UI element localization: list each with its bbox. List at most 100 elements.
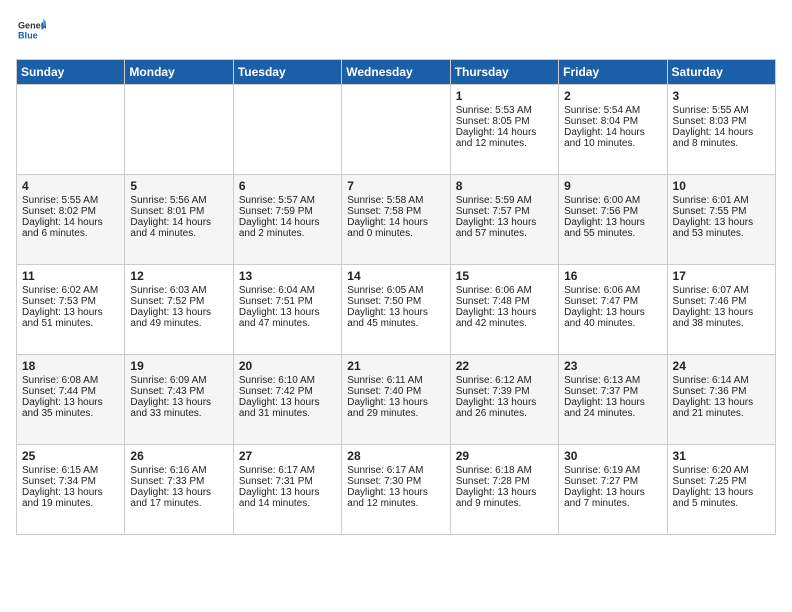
sunrise-text: Sunrise: 6:20 AM [673,465,770,476]
sunset-text: Sunset: 8:03 PM [673,116,770,127]
sunset-text: Sunset: 7:56 PM [564,206,661,217]
day-number: 26 [130,449,227,463]
sunset-text: Sunset: 8:02 PM [22,206,119,217]
sunset-text: Sunset: 7:57 PM [456,206,553,217]
calendar-cell: 12Sunrise: 6:03 AMSunset: 7:52 PMDayligh… [125,265,233,355]
calendar-cell: 4 Sunrise: 5:55 AMSunset: 8:02 PMDaylight… [17,175,125,265]
daylight-text: Daylight: 13 hours and 33 minutes. [130,397,227,419]
calendar-cell: 3Sunrise: 5:55 AMSunset: 8:03 PMDaylight… [667,85,775,175]
daylight-text: Daylight: 13 hours and 26 minutes. [456,397,553,419]
sunset-text: Sunset: 7:58 PM [347,206,444,217]
calendar-cell: 9Sunrise: 6:00 AMSunset: 7:56 PMDaylight… [559,175,667,265]
calendar-cell: 10Sunrise: 6:01 AMSunset: 7:55 PMDayligh… [667,175,775,265]
calendar-cell: 26Sunrise: 6:16 AMSunset: 7:33 PMDayligh… [125,445,233,535]
daylight-text: Daylight: 13 hours and 51 minutes. [22,307,119,329]
calendar-cell: 18Sunrise: 6:08 AMSunset: 7:44 PMDayligh… [17,355,125,445]
sunrise-text: Sunrise: 5:53 AM [456,105,553,116]
sunrise-text: Sunrise: 6:09 AM [130,375,227,386]
sunrise-text: Sunrise: 5:56 AM [130,195,227,206]
day-number: 27 [239,449,336,463]
calendar-cell: 15Sunrise: 6:06 AMSunset: 7:48 PMDayligh… [450,265,558,355]
calendar-cell: 1Sunrise: 5:53 AMSunset: 8:05 PMDaylight… [450,85,558,175]
day-number: 4 [22,179,119,193]
calendar-table: SundayMondayTuesdayWednesdayThursdayFrid… [16,59,776,535]
day-number: 1 [456,89,553,103]
sunset-text: Sunset: 7:55 PM [673,206,770,217]
calendar-cell: 5 Sunrise: 5:56 AMSunset: 8:01 PMDaylight… [125,175,233,265]
daylight-text: Daylight: 13 hours and 17 minutes. [130,487,227,509]
day-number: 17 [673,269,770,283]
sunset-text: Sunset: 7:59 PM [239,206,336,217]
sunrise-text: Sunrise: 5:54 AM [564,105,661,116]
day-number: 12 [130,269,227,283]
calendar-cell: 17Sunrise: 6:07 AMSunset: 7:46 PMDayligh… [667,265,775,355]
calendar-cell: 14Sunrise: 6:05 AMSunset: 7:50 PMDayligh… [342,265,450,355]
sunrise-text: Sunrise: 6:12 AM [456,375,553,386]
daylight-text: Daylight: 14 hours and 4 minutes. [130,217,227,239]
day-number: 7 [347,179,444,193]
sunset-text: Sunset: 7:46 PM [673,296,770,307]
calendar-cell: 30Sunrise: 6:19 AMSunset: 7:27 PMDayligh… [559,445,667,535]
calendar-cell: 31Sunrise: 6:20 AMSunset: 7:25 PMDayligh… [667,445,775,535]
sunrise-text: Sunrise: 6:02 AM [22,285,119,296]
daylight-text: Daylight: 13 hours and 49 minutes. [130,307,227,329]
calendar-cell: 29Sunrise: 6:18 AMSunset: 7:28 PMDayligh… [450,445,558,535]
sunrise-text: Sunrise: 6:11 AM [347,375,444,386]
daylight-text: Daylight: 14 hours and 8 minutes. [673,127,770,149]
page-header: General Blue [16,16,776,49]
sunrise-text: Sunrise: 5:58 AM [347,195,444,206]
sunset-text: Sunset: 7:43 PM [130,386,227,397]
day-number: 31 [673,449,770,463]
day-number: 6 [239,179,336,193]
sunset-text: Sunset: 7:51 PM [239,296,336,307]
sunrise-text: Sunrise: 5:57 AM [239,195,336,206]
daylight-text: Daylight: 14 hours and 0 minutes. [347,217,444,239]
day-of-week-header: Monday [125,60,233,85]
day-number: 25 [22,449,119,463]
day-of-week-header: Tuesday [233,60,341,85]
calendar-cell: 11Sunrise: 6:02 AMSunset: 7:53 PMDayligh… [17,265,125,355]
daylight-text: Daylight: 13 hours and 5 minutes. [673,487,770,509]
day-number: 5 [130,179,227,193]
sunset-text: Sunset: 7:40 PM [347,386,444,397]
day-number: 23 [564,359,661,373]
day-number: 16 [564,269,661,283]
sunrise-text: Sunrise: 6:05 AM [347,285,444,296]
calendar-cell: 8Sunrise: 5:59 AMSunset: 7:57 PMDaylight… [450,175,558,265]
sunrise-text: Sunrise: 6:17 AM [239,465,336,476]
sunset-text: Sunset: 7:27 PM [564,476,661,487]
day-number: 18 [22,359,119,373]
calendar-cell [125,85,233,175]
daylight-text: Daylight: 13 hours and 55 minutes. [564,217,661,239]
day-of-week-header: Sunday [17,60,125,85]
day-number: 2 [564,89,661,103]
sunrise-text: Sunrise: 6:01 AM [673,195,770,206]
daylight-text: Daylight: 13 hours and 9 minutes. [456,487,553,509]
daylight-text: Daylight: 13 hours and 38 minutes. [673,307,770,329]
daylight-text: Daylight: 14 hours and 10 minutes. [564,127,661,149]
calendar-cell: 20Sunrise: 6:10 AMSunset: 7:42 PMDayligh… [233,355,341,445]
sunset-text: Sunset: 7:36 PM [673,386,770,397]
calendar-cell [233,85,341,175]
daylight-text: Daylight: 13 hours and 19 minutes. [22,487,119,509]
day-number: 8 [456,179,553,193]
sunrise-text: Sunrise: 5:55 AM [22,195,119,206]
calendar-cell: 27Sunrise: 6:17 AMSunset: 7:31 PMDayligh… [233,445,341,535]
day-number: 29 [456,449,553,463]
day-of-week-header: Saturday [667,60,775,85]
sunrise-text: Sunrise: 6:14 AM [673,375,770,386]
daylight-text: Daylight: 13 hours and 24 minutes. [564,397,661,419]
daylight-text: Daylight: 13 hours and 35 minutes. [22,397,119,419]
daylight-text: Daylight: 14 hours and 6 minutes. [22,217,119,239]
daylight-text: Daylight: 13 hours and 57 minutes. [456,217,553,239]
sunset-text: Sunset: 8:01 PM [130,206,227,217]
day-number: 28 [347,449,444,463]
logo-icon: General Blue [18,16,46,44]
logo: General Blue [16,16,46,49]
sunset-text: Sunset: 8:05 PM [456,116,553,127]
day-number: 30 [564,449,661,463]
day-number: 21 [347,359,444,373]
day-number: 11 [22,269,119,283]
daylight-text: Daylight: 14 hours and 2 minutes. [239,217,336,239]
sunset-text: Sunset: 7:30 PM [347,476,444,487]
